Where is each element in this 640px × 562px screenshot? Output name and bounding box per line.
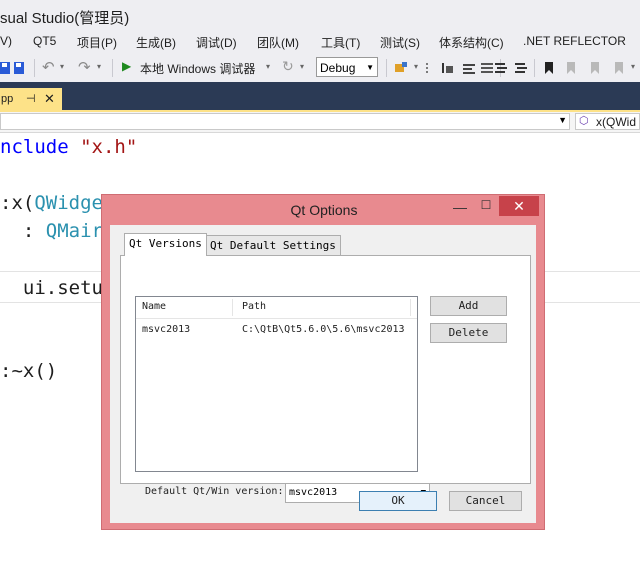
solution-config-select[interactable]: Debug ▼: [316, 57, 378, 77]
next-bookmark-icon[interactable]: [588, 61, 602, 75]
comment-icon[interactable]: [494, 61, 508, 75]
toolbar-separator: [112, 59, 113, 77]
code-token: "x.h": [80, 136, 138, 158]
code-token: QMair: [45, 220, 103, 242]
find-dropdown-icon[interactable]: ▾: [414, 62, 418, 71]
menu-test[interactable]: 测试(S): [380, 34, 420, 51]
menu-build[interactable]: 生成(B): [136, 34, 176, 51]
menu-tools[interactable]: 工具(T): [321, 34, 360, 51]
window-title: sual Studio(管理员): [0, 10, 130, 27]
chevron-down-icon: ▼: [366, 63, 374, 72]
code-token: nclude: [0, 136, 81, 158]
menu-debug[interactable]: 调试(D): [196, 34, 237, 51]
document-tab-strip: [0, 82, 640, 112]
close-icon[interactable]: ✕: [499, 196, 539, 216]
menu-team[interactable]: 团队(M): [257, 34, 299, 51]
member-dropdown[interactable]: ⬡ x(QWid: [575, 113, 640, 130]
column-header-name[interactable]: Name: [142, 301, 166, 312]
code-token: ui.setu: [0, 277, 103, 299]
close-tab-icon[interactable]: ✕: [44, 91, 55, 107]
refresh-icon[interactable]: ↻: [282, 58, 294, 75]
default-version-value: msvc2013: [289, 487, 338, 498]
qt-options-dialog: Qt Options — ☐ ✕ Qt Versions Qt Default …: [101, 194, 545, 530]
menu-bar: V) QT5 项目(P) 生成(B) 调试(D) 团队(M) 工具(T) 测试(…: [0, 32, 640, 54]
code-token: :~x(): [0, 360, 58, 382]
list-icon[interactable]: [480, 61, 494, 75]
cancel-button[interactable]: Cancel: [449, 491, 522, 511]
menu-project[interactable]: 项目(P): [77, 34, 117, 51]
step-icon[interactable]: [440, 61, 454, 75]
toolbar-separator: [534, 59, 535, 77]
toolbar: ↶ ▾ ↷ ▾ ▶ 本地 Windows 调试器 ▾ ↻ ▾ Debug ▼ ▾…: [0, 54, 640, 82]
redo-dropdown-icon[interactable]: ▾: [97, 62, 101, 71]
menu-net-reflector[interactable]: .NET REFLECTOR: [523, 34, 626, 48]
maximize-icon[interactable]: ☐: [474, 198, 498, 216]
code-token: :: [0, 220, 46, 242]
delete-button[interactable]: Delete: [430, 323, 507, 343]
code-token: QWidge: [34, 192, 103, 214]
prev-bookmark-icon[interactable]: [564, 61, 578, 75]
tab-page-qt-versions: Name Path msvc2013 C:\QtB\Qt5.6.0\5.6\ms…: [120, 255, 531, 503]
code-line-setup[interactable]: ui.setu: [0, 277, 103, 299]
row-path: C:\QtB\Qt5.6.0\5.6\msvc2013: [242, 324, 405, 335]
start-debug-label[interactable]: 本地 Windows 调试器: [140, 60, 255, 77]
column-header-path[interactable]: Path: [242, 301, 266, 312]
start-debug-icon[interactable]: ▶: [122, 59, 131, 73]
code-line-include[interactable]: nclude "x.h": [0, 136, 137, 158]
code-line-destructor[interactable]: :~x(): [0, 360, 57, 382]
title-bar: sual Studio(管理员): [0, 0, 640, 32]
code-token: :x(: [0, 192, 35, 214]
minimize-icon[interactable]: —: [448, 199, 472, 217]
scope-dropdown[interactable]: ▼: [0, 113, 570, 130]
code-line-constructor[interactable]: :x(QWidge: [0, 192, 103, 214]
refresh-dropdown-icon[interactable]: ▾: [300, 62, 304, 71]
undo-icon[interactable]: ↶: [42, 58, 55, 76]
tab-qt-default-settings[interactable]: Qt Default Settings: [205, 235, 341, 255]
chevron-down-icon: ▼: [558, 115, 567, 125]
clear-bookmarks-icon[interactable]: [612, 61, 626, 75]
solution-config-value: Debug: [320, 61, 356, 75]
ok-button[interactable]: OK: [359, 491, 437, 511]
bookmark-icon[interactable]: [542, 61, 556, 75]
pin-icon[interactable]: ⊣: [26, 92, 36, 105]
dialog-client-area: Qt Versions Qt Default Settings Name Pat…: [110, 225, 536, 523]
menu-qt5[interactable]: QT5: [33, 34, 56, 48]
breakpoint-dots-icon[interactable]: [424, 61, 438, 75]
class-member-icon: ⬡: [579, 115, 589, 127]
align-icon[interactable]: [462, 61, 476, 75]
code-line-init[interactable]: : QMair: [0, 220, 103, 242]
debug-target-dropdown-icon[interactable]: ▾: [266, 62, 270, 71]
member-dropdown-value: x(QWid: [596, 115, 636, 129]
undo-dropdown-icon[interactable]: ▾: [60, 62, 64, 71]
tab-qt-versions[interactable]: Qt Versions: [124, 233, 207, 256]
toolbar-overflow-icon[interactable]: ▾: [631, 62, 635, 71]
row-name: msvc2013: [142, 324, 191, 335]
document-tab[interactable]: pp ⊣ ✕: [0, 88, 62, 112]
find-icon[interactable]: [394, 61, 408, 75]
column-separator[interactable]: [232, 299, 233, 316]
toolbar-separator: [34, 59, 35, 77]
add-button[interactable]: Add: [430, 296, 507, 316]
qt-versions-list[interactable]: Name Path msvc2013 C:\QtB\Qt5.6.0\5.6\ms…: [135, 296, 418, 472]
menu-view[interactable]: V): [0, 34, 12, 48]
list-header: Name Path: [136, 297, 417, 319]
toolbar-separator: [386, 59, 387, 77]
default-version-label: Default Qt/Win version:: [145, 486, 284, 497]
menu-architecture[interactable]: 体系结构(C): [439, 34, 504, 51]
document-tab-label: pp: [1, 93, 14, 105]
save-all-icon[interactable]: [12, 61, 26, 75]
redo-icon[interactable]: ↷: [78, 58, 91, 76]
column-separator[interactable]: [410, 299, 411, 316]
uncomment-icon[interactable]: [514, 61, 528, 75]
